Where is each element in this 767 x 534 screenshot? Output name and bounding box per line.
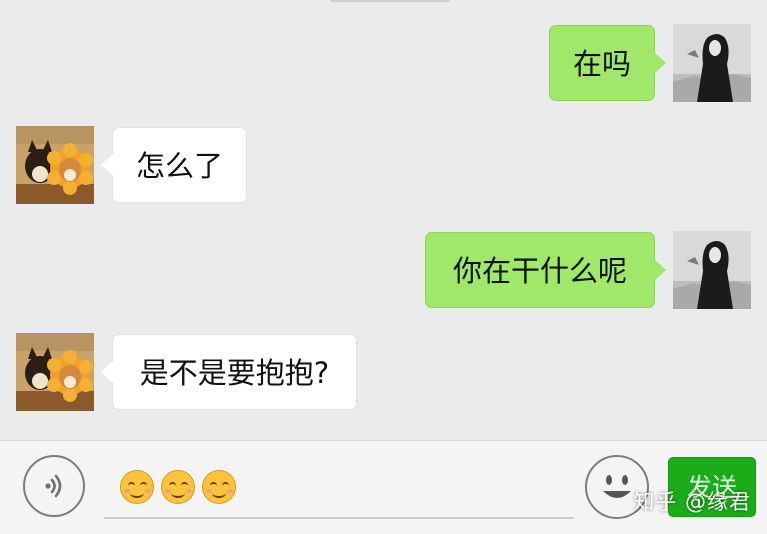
message-bubble-outgoing[interactable]: 你在干什么呢 <box>425 232 666 308</box>
woman-photo-icon <box>673 231 751 309</box>
message-bubble-incoming[interactable]: 是不是要抱抱? <box>101 334 357 410</box>
voice-icon <box>45 474 62 498</box>
divider <box>330 0 450 2</box>
message-bubble-outgoing[interactable]: 在吗 <box>549 25 666 101</box>
contact-avatar[interactable] <box>16 126 94 204</box>
message-bubble-incoming[interactable]: 怎么了 <box>101 127 247 203</box>
user-avatar[interactable] <box>673 24 751 102</box>
user-avatar[interactable] <box>673 231 751 309</box>
woman-photo-icon <box>673 24 751 102</box>
chat-area: 在吗 怎么了 你在干什么呢 是不是要抱抱? <box>0 0 767 440</box>
contact-avatar[interactable] <box>16 333 94 411</box>
dog-flower-photo-icon <box>16 333 94 411</box>
input-underline <box>104 517 574 519</box>
input-toolbar: 发送 知乎 @缘君 <box>0 440 767 534</box>
voice-button[interactable] <box>23 455 85 517</box>
watermark: 知乎 @缘君 <box>633 490 751 514</box>
dog-flower-photo-icon <box>16 126 94 204</box>
smiling-face-emoji <box>161 470 195 504</box>
smiling-face-emoji <box>120 470 154 504</box>
smiling-face-emoji <box>202 470 236 504</box>
